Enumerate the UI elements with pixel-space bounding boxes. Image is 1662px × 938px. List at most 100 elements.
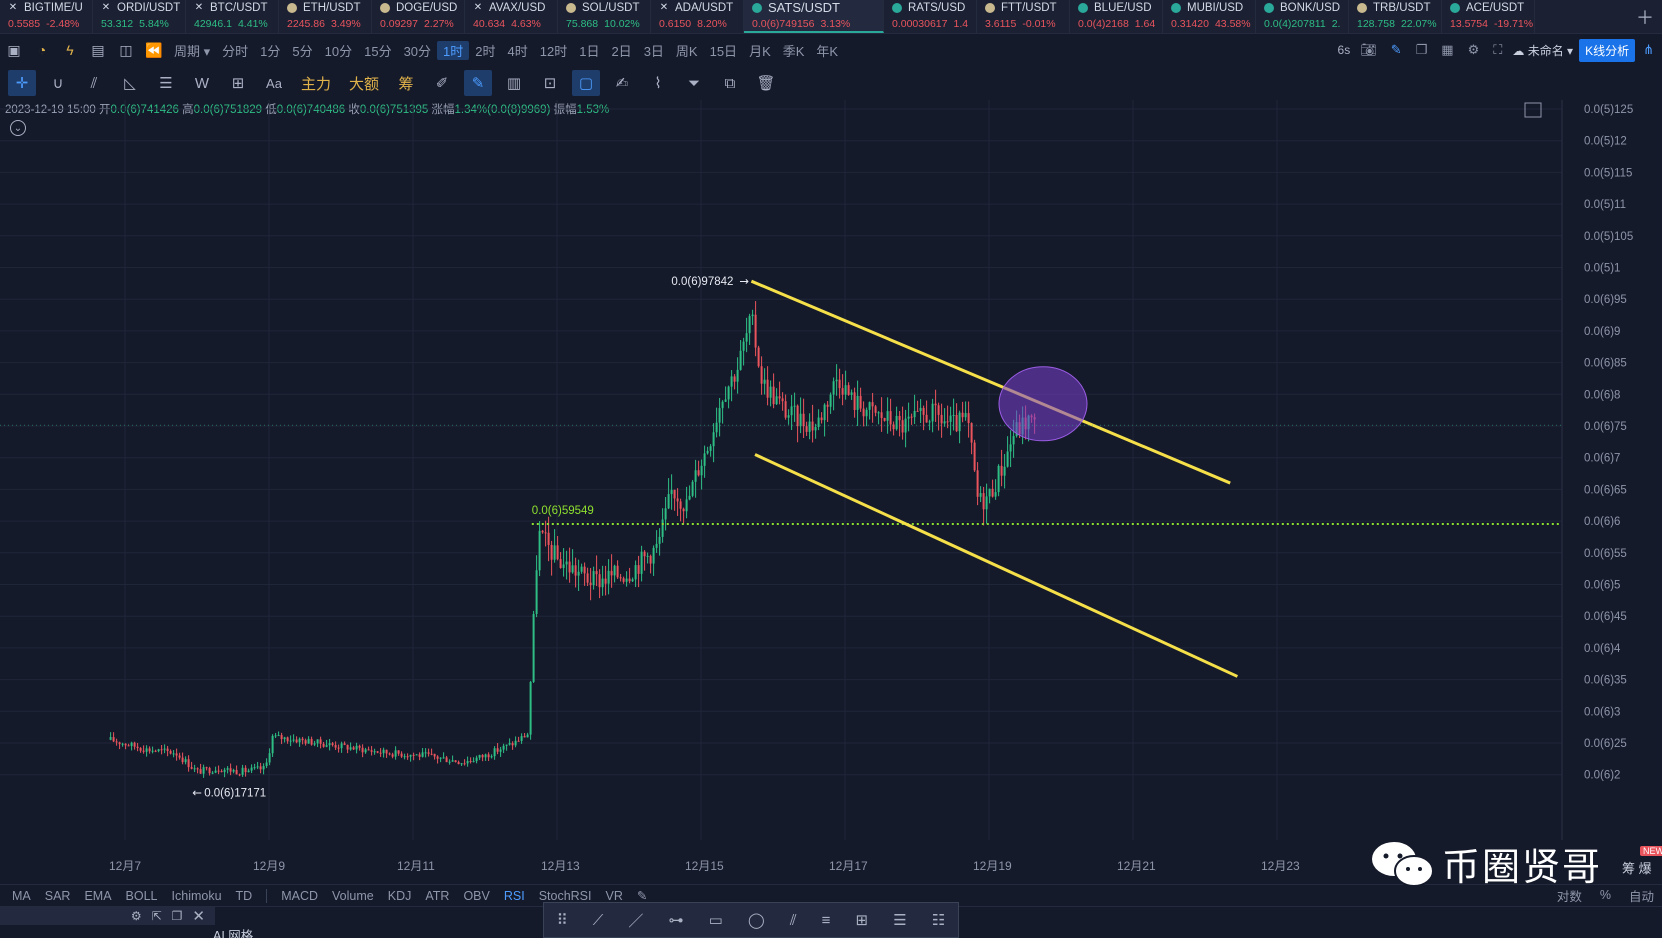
indicator-ema[interactable]: EMA [84,889,111,903]
period-13[interactable]: 周K [670,41,704,60]
window-icon[interactable]: ❐ [1412,42,1432,58]
text-tool[interactable]: Aa [260,70,288,96]
indicator-ichimoku[interactable]: Ichimoku [172,889,222,903]
indicator-volume[interactable]: Volume [332,889,374,903]
period-1[interactable]: 1分 [254,41,286,60]
ticker-mubiusd[interactable]: MUBI/USD 0.31420 43.58% [1163,0,1256,33]
ticker-bonkusd[interactable]: BONK/USD 0.0(4)207811 2. [1256,0,1349,33]
indicator-td[interactable]: TD [236,889,253,903]
indicator-atr[interactable]: ATR [425,889,449,903]
ticker-dogeusd[interactable]: DOGE/USD 0.09297 2.27% [372,0,465,33]
crosshair-icon[interactable]: ✛ [8,70,36,96]
clock-icon[interactable]: ◔ [28,36,56,64]
period-11[interactable]: 2日 [605,41,637,60]
period-3[interactable]: 10分 [319,41,358,60]
drag-handle-icon[interactable]: ⠿ [557,911,568,929]
parallel-channel-icon[interactable]: ⫽ [790,912,797,929]
period-8[interactable]: 4时 [502,41,534,60]
ticker-ethusdt[interactable]: ETH/USDT 2245.86 3.49% [279,0,372,33]
period-12[interactable]: 3日 [638,41,670,60]
indicator-stochrsi[interactable]: StochRSI [539,889,592,903]
ticker-ratsusd[interactable]: RATS/USD 0.00030617 1.4 [884,0,977,33]
fib-icon[interactable]: ☰ [152,70,180,96]
pen-icon[interactable]: ✎ [1387,42,1406,58]
period-0[interactable]: 分时 [216,41,254,60]
ticker-trbusdt[interactable]: TRB/USDT 128.758 22.07% [1349,0,1442,33]
period-6[interactable]: 1时 [437,40,470,60]
long-position-icon[interactable]: ⊞ [856,911,869,929]
fib-levels-icon[interactable]: ☰ [893,911,906,929]
rectangle-icon[interactable]: ▭ [709,911,723,929]
period-5[interactable]: 30分 [398,41,437,60]
indicator-rsi[interactable]: RSI [504,889,525,903]
indicator-obv[interactable]: OBV [463,889,489,903]
period-9[interactable]: 12时 [534,41,573,60]
edit-indicators-icon[interactable]: ✎ [637,888,647,903]
ticker-blueusd[interactable]: BLUE/USD 0.0(4)2168 1.64 [1070,0,1163,33]
indicator-macd[interactable]: MACD [281,889,318,903]
ticker-bigtimeu[interactable]: ✕ BIGTIME/U 0.5585 -2.48% [0,0,93,33]
horizontal-lines-icon[interactable]: ≡ [822,912,831,929]
ticker-adausdt[interactable]: ✕ ADA/USDT 0.6150 8.20% [651,0,744,33]
period-7[interactable]: 2时 [469,41,501,60]
share-icon[interactable]: ⋔ [1641,42,1656,58]
big-amount-button[interactable]: 大额 [344,70,384,96]
period-14[interactable]: 15日 [704,41,743,60]
indicator-sar[interactable]: SAR [45,889,71,903]
ticker-satsusdt[interactable]: SATS/USDT 0.0(6)749156 3.13% [744,0,884,33]
filter-icon[interactable]: ⏷ [680,70,708,96]
ruler-icon[interactable]: ✐ [428,70,456,96]
period-dropdown[interactable]: 周期 ▾ [168,41,216,60]
cloud-layout-dropdown[interactable]: ☁ 未命名 ▾ [1512,42,1573,59]
rewind-icon[interactable]: ⏪ [140,36,168,64]
fullscreen-icon[interactable]: ⛶ [1489,42,1506,58]
ticker-fttusdt[interactable]: FTT/USDT 3.6115 -0.01% [977,0,1070,33]
ai-grid-label[interactable]: AI 网格 [213,925,253,938]
trash-icon[interactable]: 🗑︎ [752,70,780,96]
draw-mode-icon[interactable]: ✎ [464,70,492,96]
camera-icon[interactable]: 📷︎ [1356,42,1381,58]
price-range-icon[interactable]: ⊶ [668,911,683,929]
price-chart[interactable]: 0.0(6)59549 0.0(6)97842 → ←0.0(6)17171 0.0(6… [0,100,1662,882]
refresh-rate[interactable]: 6s [1338,43,1351,57]
copy-icon[interactable]: ⧉ [716,70,744,96]
calendar-icon[interactable]: ▤ [84,36,112,64]
segment-icon[interactable]: ⟋ [593,912,604,929]
save-icon[interactable]: ▦ [1437,42,1457,58]
indicator-vr[interactable]: VR [606,889,623,903]
more-lines-icon[interactable]: ☷ [932,911,945,929]
close-icon[interactable]: ✕ [192,907,205,925]
lightning-icon[interactable]: ϟ [56,36,84,64]
ticker-solusdt[interactable]: SOL/USDT 75.868 10.02% [558,0,651,33]
ellipse-icon[interactable]: ◯ [748,911,765,929]
angle-icon[interactable]: ◺ [116,70,144,96]
auto-toggle[interactable]: 自动 [1629,886,1654,905]
frame-icon[interactable]: ▢ [572,70,600,96]
period-2[interactable]: 5分 [286,41,318,60]
main-force-button[interactable]: 主力 [296,70,336,96]
edit-icon[interactable]: ✍ [608,70,636,96]
ticker-avaxusd[interactable]: ✕ AVAX/USD 40.634 4.63% [465,0,558,33]
window-icon[interactable]: ❐ [172,909,183,923]
trend-lines-icon[interactable]: ⫽ [80,70,108,96]
ray-icon[interactable]: ／ [628,910,643,931]
ticker-btcusdt[interactable]: ✕ BTC/USDT 42946.1 4.41% [186,0,279,33]
ticker-aceusdt[interactable]: ACE/USDT 13.5754 -19.71% [1442,0,1535,33]
popout-icon[interactable]: ⇱ [152,909,162,923]
layout-icon[interactable]: ◫ [112,36,140,64]
indicator-kdj[interactable]: KDJ [388,889,412,903]
period-10[interactable]: 1日 [573,41,605,60]
chart-type-icon[interactable]: ▣ [0,36,28,64]
chips-button[interactable]: 筹 [392,70,420,96]
candles-icon[interactable]: ▥ [500,70,528,96]
magnet-icon[interactable]: ∪ [44,70,72,96]
ticker-ordiusdt[interactable]: ✕ ORDI/USDT 53.312 5.84% [93,0,186,33]
measure-icon[interactable]: ⊞ [224,70,252,96]
period-4[interactable]: 15分 [358,41,397,60]
period-17[interactable]: 年K [810,41,844,60]
lock-icon[interactable]: ⊡ [536,70,564,96]
brush-icon[interactable]: ⌇ [644,70,672,96]
wave-icon[interactable]: W [188,70,216,96]
add-tab-icon[interactable]: ＋ [1636,4,1654,30]
period-15[interactable]: 月K [743,41,777,60]
